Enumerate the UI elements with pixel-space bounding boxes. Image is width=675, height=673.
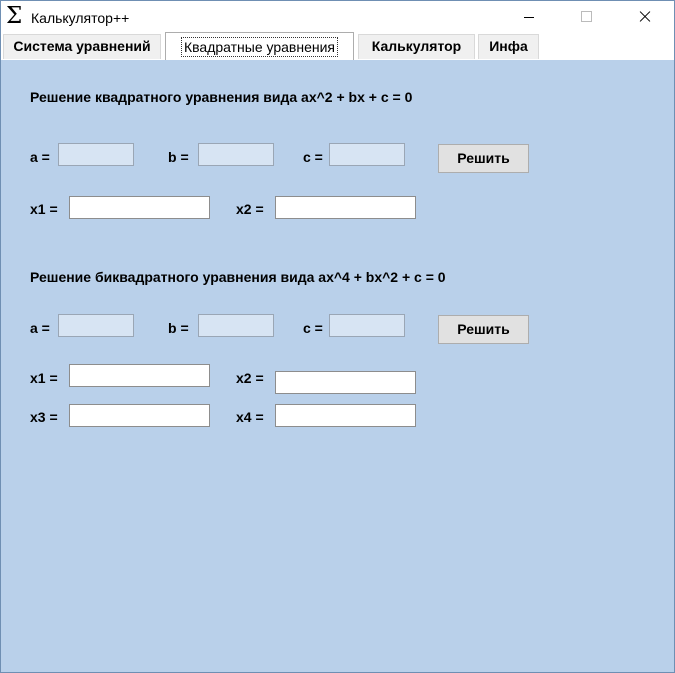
- quadratic-input-b[interactable]: [198, 143, 274, 166]
- app-window: Σ Калькулятор++ Система уравнений Квадра…: [0, 0, 675, 673]
- maximize-icon[interactable]: [563, 1, 609, 32]
- quadratic-label-b: b =: [168, 149, 189, 165]
- window-title: Калькулятор++: [31, 10, 130, 26]
- tab-label: Система уравнений: [13, 38, 151, 54]
- tab-quadratic-equations[interactable]: Квадратные уравнения: [165, 32, 354, 60]
- biquadratic-heading: Решение биквадратного уравнения вида ax^…: [30, 269, 446, 285]
- quadratic-label-x2: x2 =: [236, 201, 264, 217]
- quadratic-label-c: c =: [303, 149, 323, 165]
- biquadratic-solve-button[interactable]: Решить: [438, 315, 529, 344]
- biquadratic-input-a[interactable]: [58, 314, 134, 337]
- biquadratic-label-a: a =: [30, 320, 50, 336]
- tab-strip: Система уравнений Квадратные уравнения К…: [1, 32, 674, 60]
- biquadratic-output-x2[interactable]: [275, 371, 416, 394]
- biquadratic-input-c[interactable]: [329, 314, 405, 337]
- biquadratic-label-c: c =: [303, 320, 323, 336]
- biquadratic-output-x3[interactable]: [69, 404, 210, 427]
- biquadratic-label-x4: x4 =: [236, 409, 264, 425]
- biquadratic-input-b[interactable]: [198, 314, 274, 337]
- quadratic-solve-button[interactable]: Решить: [438, 144, 529, 173]
- tab-label: Квадратные уравнения: [180, 37, 339, 57]
- title-bar[interactable]: Σ Калькулятор++: [1, 1, 674, 32]
- minimize-icon[interactable]: [506, 1, 552, 32]
- quadratic-label-x1: x1 =: [30, 201, 58, 217]
- quadratic-label-a: a =: [30, 149, 50, 165]
- tab-system-equations[interactable]: Система уравнений: [3, 34, 161, 59]
- quadratic-input-a[interactable]: [58, 143, 134, 166]
- tab-label: Калькулятор: [371, 38, 462, 54]
- biquadratic-label-x1: x1 =: [30, 370, 58, 386]
- quadratic-input-c[interactable]: [329, 143, 405, 166]
- biquadratic-output-x1[interactable]: [69, 364, 210, 387]
- tab-info[interactable]: Инфа: [478, 34, 539, 59]
- tab-content-panel: Решение квадратного уравнения вида ax^2 …: [1, 60, 674, 672]
- quadratic-output-x1[interactable]: [69, 196, 210, 219]
- quadratic-output-x2[interactable]: [275, 196, 416, 219]
- biquadratic-label-b: b =: [168, 320, 189, 336]
- quadratic-heading: Решение квадратного уравнения вида ax^2 …: [30, 89, 413, 105]
- close-icon[interactable]: [621, 1, 667, 32]
- tab-label: Инфа: [489, 38, 528, 54]
- biquadratic-label-x3: x3 =: [30, 409, 58, 425]
- tab-calculator[interactable]: Калькулятор: [358, 34, 475, 59]
- sigma-icon: Σ: [6, 3, 23, 29]
- biquadratic-output-x4[interactable]: [275, 404, 416, 427]
- biquadratic-label-x2: x2 =: [236, 370, 264, 386]
